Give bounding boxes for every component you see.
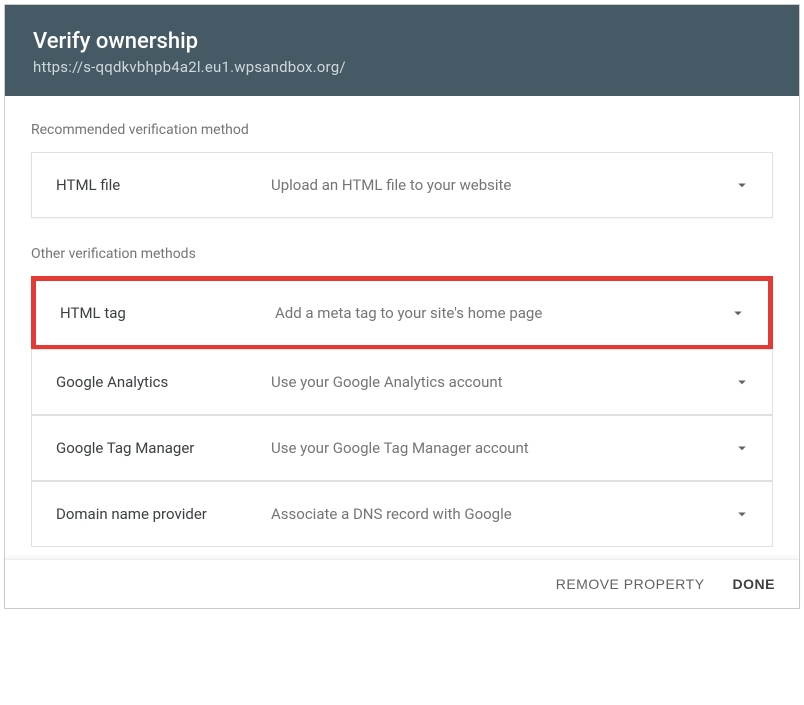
done-button[interactable]: DONE <box>733 576 775 592</box>
method-google-tag-manager[interactable]: Google Tag Manager Use your Google Tag M… <box>31 415 773 481</box>
method-html-file[interactable]: HTML file Upload an HTML file to your we… <box>31 152 773 218</box>
dialog-title: Verify ownership <box>33 29 771 54</box>
method-desc: Associate a DNS record with Google <box>271 505 732 523</box>
recommended-section-label: Recommended verification method <box>31 122 773 138</box>
method-html-tag[interactable]: HTML tag Add a meta tag to your site's h… <box>36 281 768 345</box>
method-desc: Upload an HTML file to your website <box>271 176 732 194</box>
method-title: Google Tag Manager <box>56 439 271 457</box>
chevron-down-icon <box>732 438 752 458</box>
method-title: HTML file <box>56 176 271 194</box>
chevron-down-icon <box>732 504 752 524</box>
dialog-header: Verify ownership https://s-qqdkvbhpb4a2l… <box>5 5 799 96</box>
verify-ownership-dialog: Verify ownership https://s-qqdkvbhpb4a2l… <box>4 4 800 609</box>
method-desc: Use your Google Analytics account <box>271 373 732 391</box>
chevron-down-icon <box>732 175 752 195</box>
method-domain-name-provider[interactable]: Domain name provider Associate a DNS rec… <box>31 481 773 547</box>
method-title: Domain name provider <box>56 505 271 523</box>
method-google-analytics[interactable]: Google Analytics Use your Google Analyti… <box>31 349 773 415</box>
property-url: https://s-qqdkvbhpb4a2l.eu1.wpsandbox.or… <box>33 58 771 76</box>
highlighted-method: HTML tag Add a meta tag to your site's h… <box>31 276 773 350</box>
other-methods-group: HTML tag Add a meta tag to your site's h… <box>31 276 773 547</box>
chevron-down-icon <box>728 303 748 323</box>
other-section-label: Other verification methods <box>31 246 773 262</box>
dialog-body: Recommended verification method HTML fil… <box>5 96 799 559</box>
chevron-down-icon <box>732 372 752 392</box>
method-desc: Add a meta tag to your site's home page <box>275 304 728 322</box>
method-title: Google Analytics <box>56 373 271 391</box>
method-desc: Use your Google Tag Manager account <box>271 439 732 457</box>
method-title: HTML tag <box>60 304 275 322</box>
dialog-footer: REMOVE PROPERTY DONE <box>5 559 799 608</box>
remove-property-button[interactable]: REMOVE PROPERTY <box>556 576 705 592</box>
